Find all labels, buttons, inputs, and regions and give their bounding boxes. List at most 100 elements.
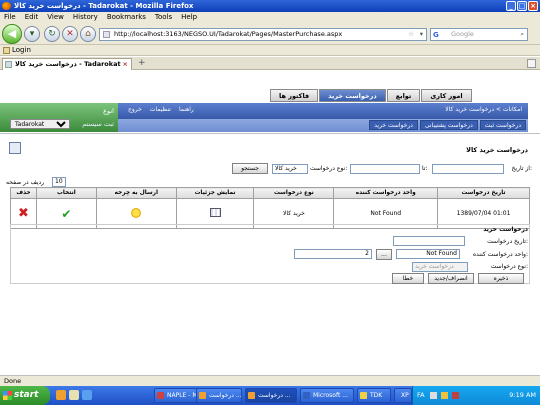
quicklaunch-ie-icon[interactable] [82,390,92,400]
task-label: درخواست ... [209,392,242,399]
form-section-title: درخواست خرید [483,226,528,233]
details-grid-icon[interactable] [209,208,221,217]
task-request-1[interactable]: درخواست ... [196,388,242,403]
quicklaunch-firefox-icon[interactable] [56,390,66,400]
quicklaunch-folder-icon[interactable] [69,390,79,400]
select-check-icon[interactable]: ✔ [61,208,71,220]
form-date-input[interactable] [393,236,465,246]
stop-icon[interactable]: ✕ [62,26,78,42]
tray-app-icon[interactable] [440,391,448,399]
menu-view[interactable]: View [47,12,64,23]
start-button[interactable]: start [0,386,50,405]
bookmark-star-icon[interactable]: ☆ [408,29,414,40]
form-type-select[interactable]: درخواست خرید [412,262,468,272]
col-show-details: نمایش جزئیات [175,187,255,199]
menu-history[interactable]: History [73,12,98,23]
link-logout[interactable]: خروج [128,106,142,113]
task-xp[interactable]: XP [394,388,412,403]
browser-tab-active[interactable]: درخواست خرید کالا - Tadarokat × [2,58,132,70]
tab-work-items[interactable]: امور کاری [421,89,472,102]
sub-support-request[interactable]: درخواست پشتیبانی [419,120,478,130]
task-tdk[interactable]: TDK [357,388,391,403]
reload-icon[interactable]: ↻ [44,26,60,42]
task-label: XP [401,392,409,399]
google-icon: G [433,31,439,39]
search-button[interactable]: جستجو [232,163,268,174]
task-request-2[interactable]: درخواست ... [245,388,297,403]
windows-flag-icon [3,391,12,400]
search-magnifier-icon[interactable]: ⌕ [520,29,524,40]
menu-file[interactable]: File [4,12,16,23]
status-text: Done [4,377,22,385]
delete-icon[interactable]: ✖ [18,207,29,220]
header-divider [0,133,540,134]
search-box[interactable]: G Google ⌕ [430,28,528,41]
menu-help[interactable]: Help [181,12,197,23]
page-size-select[interactable]: 10 [52,177,66,187]
menu-edit[interactable]: Edit [25,12,39,23]
new-tab-button[interactable]: + [138,58,146,68]
to-date-input[interactable] [350,164,420,174]
tab-favicon [5,61,12,68]
error-button[interactable]: خطا [392,273,424,284]
window-title: درخواست خرید کالا - Tadarokat - Mozilla … [14,2,194,10]
system-select[interactable]: Tadarokat [10,119,70,129]
filter-row: از تاریخ: تا: نوع درخواست: خرید کالا جست… [0,163,540,175]
task-label: درخواست ... [258,392,291,399]
start-label: start [14,390,39,400]
tab-functions[interactable]: توابع [386,89,421,102]
back-arrow-icon[interactable]: ◀ [2,24,22,44]
col-send-to-workflow: ارسال به چرخه [95,187,177,199]
task-app-icon [199,392,206,399]
tab-list-button[interactable] [527,59,536,68]
tray-network-icon[interactable] [429,391,437,399]
link-settings[interactable]: تنظیمات [150,106,171,113]
task-microsoft[interactable]: Microsoft ... [300,388,354,403]
request-type-select[interactable]: خرید کالا [272,164,308,174]
tab-purchase-request[interactable]: درخواست خرید [319,89,386,102]
url-dropdown-icon[interactable]: ▾ [420,29,423,40]
breadcrumb: امکانات > درخواست خرید کالا [445,106,522,113]
form-type-value: درخواست خرید [415,263,454,270]
url-bar[interactable]: http://localhost:3163/NEGSO.UI/Tadarokat… [99,28,427,41]
home-icon[interactable]: ⌂ [80,26,96,42]
col-delete: حذف [10,187,37,199]
sub-purchase-request[interactable]: درخواست خرید [369,120,418,130]
maximize-button[interactable]: □ [517,1,527,11]
form-date-label: تاریخ درخواست: [487,238,528,245]
save-button[interactable]: ذخیره [478,273,524,284]
form-unit-input[interactable]: Not Found [396,249,460,259]
tray-security-icon[interactable] [451,391,459,399]
task-label: Microsoft ... [313,392,348,399]
form-count-value: 2 [365,250,369,257]
tab-close-icon[interactable]: × [123,59,128,70]
bookmark-login[interactable]: Login [12,46,31,54]
url-text: http://localhost:3163/NEGSO.UI/Tadarokat… [114,30,343,38]
close-window-button[interactable]: × [528,1,538,11]
bookmark-icon [3,47,10,54]
language-indicator[interactable]: FA [417,391,425,399]
request-type-value: خرید کالا [275,165,297,172]
system-tray: FA 9:19 AM [412,386,540,405]
task-app-icon [303,392,310,399]
menu-tools[interactable]: Tools [155,12,172,23]
tab-invoices[interactable]: فاکتور ها [270,89,319,102]
system-panel-label: انوع [103,107,114,115]
minimize-button[interactable]: _ [506,1,516,11]
browse-unit-button[interactable]: ... [376,249,392,260]
page-size-value: 10 [55,178,63,185]
sub-register-request[interactable]: درخواست ثبت [479,120,526,130]
firefox-icon [2,2,11,10]
send-to-workflow-icon[interactable] [131,207,142,218]
from-date-input[interactable] [432,164,504,174]
col-request-type: نوع درخواست [253,187,335,199]
menu-bookmarks[interactable]: Bookmarks [107,12,146,23]
col-requesting-unit: واحد درخواست کننده [333,187,439,199]
browser-tab-label: درخواست خرید کالا - Tadarokat [15,60,121,68]
system-panel-subtitle: ثبت سیستم [82,120,114,128]
clock: 9:19 AM [509,391,536,399]
form-count-input[interactable]: 2 [294,249,372,259]
cancel-new-button[interactable]: انصراف/جدید [428,273,474,284]
link-help[interactable]: راهنما [179,106,194,113]
forward-dropdown-icon[interactable]: ▾ [24,26,40,42]
